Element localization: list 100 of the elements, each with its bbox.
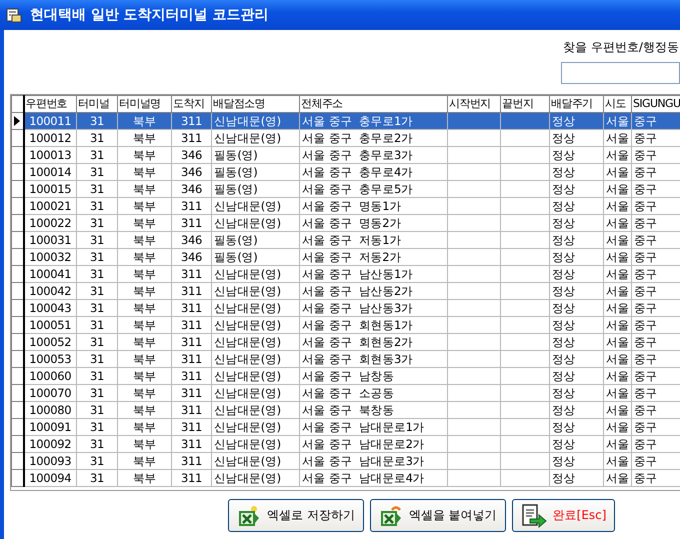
table-cell: 100032 (24, 248, 76, 266)
table-row[interactable]: 100011 31 북부 311 신남대문(영) 서울 중구 충무로1가 정상 서울 중구 (12, 112, 680, 130)
row-selector[interactable] (12, 232, 24, 248)
table-cell: 서울 중구 충무로2가 (300, 130, 448, 146)
row-selector[interactable] (12, 282, 24, 300)
table-row[interactable]: 100051 31 북부 311 신남대문(영) 서울 중구 회현동1가 정상 서울 중구 (12, 316, 680, 334)
table-cell: 서울 (604, 248, 632, 266)
table-cell: 북부 (118, 130, 172, 146)
table-row[interactable]: 100022 31 북부 311 신남대문(영) 서울 중구 명동2가 정상 서울 중구 (12, 214, 680, 232)
table-cell: 정상 (550, 164, 604, 180)
row-selector[interactable] (12, 452, 24, 470)
table-cell: 신남대문(영) (212, 436, 300, 452)
table-cell: 정상 (550, 112, 604, 130)
table-cell: 서울 (604, 112, 632, 130)
table-row[interactable]: 100032 31 북부 346 필동(영) 서울 중구 저동2가 정상 서울 중구 (12, 248, 680, 266)
column-header[interactable]: 전체주소 (300, 96, 448, 112)
table-row[interactable]: 100012 31 북부 311 신남대문(영) 서울 중구 충무로2가 정상 서울 중구 (12, 130, 680, 146)
row-selector[interactable] (12, 214, 24, 232)
table-cell: 서울 중구 충무로1가 (300, 112, 448, 130)
table-cell (500, 402, 550, 418)
row-selector[interactable] (12, 300, 24, 316)
table-row[interactable]: 100042 31 북부 311 신남대문(영) 서울 중구 남산동2가 정상 서울 중구 (12, 282, 680, 300)
row-selector[interactable] (12, 334, 24, 350)
table-cell: 정상 (550, 300, 604, 316)
table-cell: 정상 (550, 452, 604, 470)
table-cell (448, 316, 500, 334)
table-cell (448, 334, 500, 350)
row-selector[interactable] (12, 350, 24, 368)
table-cell: 31 (76, 282, 118, 300)
table-row[interactable]: 100053 31 북부 311 신남대문(영) 서울 중구 회현동3가 정상 서울 중구 (12, 350, 680, 368)
column-header[interactable]: 배달주기 (550, 96, 604, 112)
table-cell: 북부 (118, 436, 172, 452)
row-selector[interactable] (12, 402, 24, 418)
table-cell: 정상 (550, 232, 604, 248)
table-cell: 311 (172, 350, 212, 368)
table-cell: 서울 중구 남산동1가 (300, 266, 448, 282)
table-row[interactable]: 100094 31 북부 311 신남대문(영) 서울 중구 남대문로4가 정상 서울 중구 (12, 470, 680, 486)
done-button[interactable]: 완료[Esc] (512, 499, 616, 532)
row-selector[interactable] (12, 316, 24, 334)
column-header[interactable]: 배달점소명 (212, 96, 300, 112)
row-selector[interactable] (12, 248, 24, 266)
table-cell: 서울 (604, 470, 632, 486)
column-header[interactable]: 터미널명 (118, 96, 172, 112)
table-cell: 서울 (604, 316, 632, 334)
row-selector[interactable] (12, 112, 24, 130)
table-cell (448, 248, 500, 266)
table-cell: 311 (172, 402, 212, 418)
table-cell: 31 (76, 198, 118, 214)
table-row[interactable]: 100041 31 북부 311 신남대문(영) 서울 중구 남산동1가 정상 서울 중구 (12, 266, 680, 282)
table-row[interactable]: 100093 31 북부 311 신남대문(영) 서울 중구 남대문로3가 정상 서울 중구 (12, 452, 680, 470)
table-row[interactable]: 100070 31 북부 311 신남대문(영) 서울 중구 소공동 정상 서울 중구 (12, 384, 680, 402)
row-selector[interactable] (12, 164, 24, 180)
column-header[interactable]: 끝번지 (500, 96, 550, 112)
table-cell: 북부 (118, 112, 172, 130)
row-selector[interactable] (12, 470, 24, 486)
table-cell (448, 214, 500, 232)
column-header[interactable]: 도착지 (172, 96, 212, 112)
column-header[interactable]: 터미널 (76, 96, 118, 112)
table-cell: 정상 (550, 436, 604, 452)
row-selector[interactable] (12, 384, 24, 402)
table-cell: 서울 (604, 266, 632, 282)
table-cell: 31 (76, 316, 118, 334)
row-selector[interactable] (12, 418, 24, 436)
table-row[interactable]: 100014 31 북부 346 필동(영) 서울 중구 충무로4가 정상 서울 중구 (12, 164, 680, 180)
table-cell (500, 350, 550, 368)
row-selector[interactable] (12, 130, 24, 146)
table-row[interactable]: 100091 31 북부 311 신남대문(영) 서울 중구 남대문로1가 정상 서울 중구 (12, 418, 680, 436)
table-cell: 서울 중구 남창동 (300, 368, 448, 384)
table-row[interactable]: 100080 31 북부 311 신남대문(영) 서울 중구 북창동 정상 서울 중구 (12, 402, 680, 418)
table-cell: 서울 (604, 180, 632, 198)
table-cell: 100021 (24, 198, 76, 214)
column-header[interactable]: 시도 (604, 96, 632, 112)
column-header[interactable]: SIGUNGU (632, 96, 680, 112)
row-selector[interactable] (12, 436, 24, 452)
table-row[interactable]: 100043 31 북부 311 신남대문(영) 서울 중구 남산동3가 정상 서울 중구 (12, 300, 680, 316)
table-cell: 북부 (118, 452, 172, 470)
table-cell: 346 (172, 232, 212, 248)
table-cell: 서울 (604, 282, 632, 300)
row-selector[interactable] (12, 180, 24, 198)
row-selector[interactable] (12, 266, 24, 282)
row-selector[interactable] (12, 198, 24, 214)
row-selector[interactable] (12, 146, 24, 164)
search-field[interactable] (561, 62, 680, 84)
export-excel-button[interactable]: 엑셀로 저장하기 (228, 499, 364, 532)
table-row[interactable]: 100031 31 북부 346 필동(영) 서울 중구 저동1가 정상 서울 중구 (12, 232, 680, 248)
column-header[interactable]: 시작번지 (448, 96, 500, 112)
table-row[interactable]: 100013 31 북부 346 필동(영) 서울 중구 충무로3가 정상 서울 중구 (12, 146, 680, 164)
table-row[interactable]: 100052 31 북부 311 신남대문(영) 서울 중구 회현동2가 정상 서울 중구 (12, 334, 680, 350)
table-cell: 100014 (24, 164, 76, 180)
table-row[interactable]: 100015 31 북부 346 필동(영) 서울 중구 충무로5가 정상 서울 중구 (12, 180, 680, 198)
table-row[interactable]: 100092 31 북부 311 신남대문(영) 서울 중구 남대문로2가 정상 서울 중구 (12, 436, 680, 452)
table-row[interactable]: 100021 31 북부 311 신남대문(영) 서울 중구 명동1가 정상 서울 중구 (12, 198, 680, 214)
table-cell: 서울 (604, 214, 632, 232)
table-cell: 필동(영) (212, 146, 300, 164)
table-row[interactable]: 100060 31 북부 311 신남대문(영) 서울 중구 남창동 정상 서울 중구 (12, 368, 680, 384)
column-header[interactable]: 우편번호 (24, 96, 76, 112)
table-cell: 31 (76, 214, 118, 232)
table-cell: 정상 (550, 316, 604, 334)
row-selector[interactable] (12, 368, 24, 384)
paste-excel-button[interactable]: 엑셀을 붙여넣기 (370, 499, 506, 532)
